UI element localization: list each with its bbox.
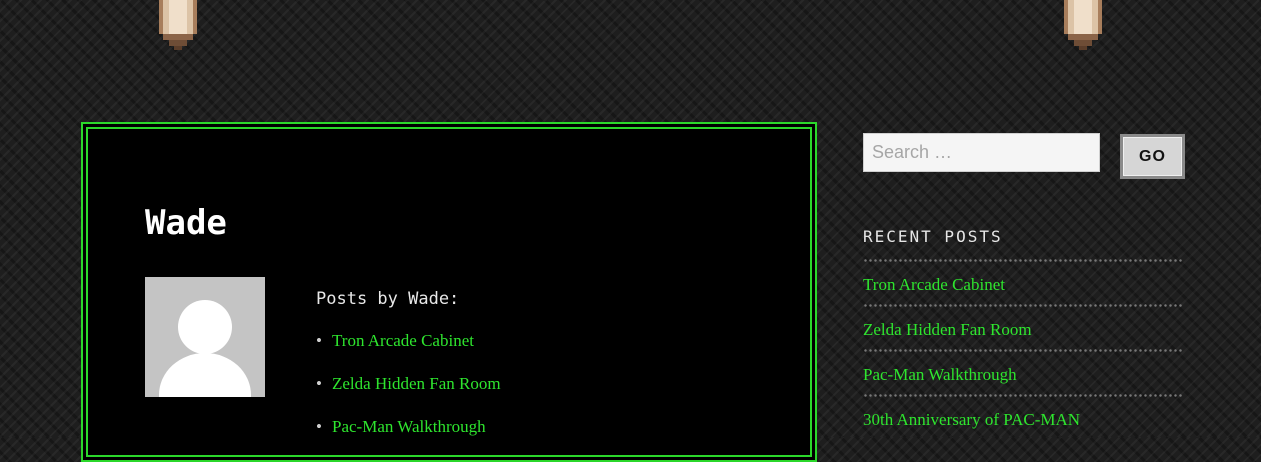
dotted-divider	[863, 259, 1183, 262]
recent-posts-heading: RECENT POSTS	[863, 227, 1003, 246]
default-avatar-icon	[145, 277, 265, 397]
author-panel: Wade Posts by Wade: • Tron Arcade Cabinet…	[81, 122, 817, 462]
post-link-pacman[interactable]: Pac-Man Walkthrough	[332, 417, 486, 436]
bullet-icon: •	[316, 331, 322, 350]
list-item: • Zelda Hidden Fan Room	[316, 374, 501, 417]
page-title: Wade	[145, 203, 227, 243]
bullet-icon: •	[316, 417, 322, 436]
search-go-button[interactable]: GO	[1120, 134, 1185, 179]
recent-post-link-anniversary[interactable]: 30th Anniversary of PAC-MAN	[863, 410, 1080, 429]
dotted-divider	[863, 349, 1183, 352]
posts-by-heading: Posts by Wade:	[316, 289, 460, 309]
recent-post-link-tron[interactable]: Tron Arcade Cabinet	[863, 275, 1005, 294]
dotted-divider	[863, 304, 1183, 307]
bullet-icon: •	[316, 374, 322, 393]
post-link-tron[interactable]: Tron Arcade Cabinet	[332, 331, 474, 350]
post-link-zelda[interactable]: Zelda Hidden Fan Room	[332, 374, 501, 393]
author-panel-inner: Wade Posts by Wade: • Tron Arcade Cabinet…	[86, 127, 812, 457]
list-item: • Pac-Man Walkthrough	[316, 417, 501, 460]
pixel-bracket-icon	[159, 0, 197, 50]
search-input[interactable]	[863, 133, 1100, 172]
recent-post-link-pacman[interactable]: Pac-Man Walkthrough	[863, 365, 1017, 384]
list-item: Pac-Man Walkthrough	[863, 360, 1183, 405]
list-item: • Tron Arcade Cabinet	[316, 331, 501, 374]
avatar	[145, 277, 265, 397]
recent-posts-list: Tron Arcade Cabinet Zelda Hidden Fan Roo…	[863, 270, 1183, 450]
author-posts-list: • Tron Arcade Cabinet • Zelda Hidden Fan R…	[316, 331, 501, 460]
recent-post-link-zelda[interactable]: Zelda Hidden Fan Room	[863, 320, 1032, 339]
pixel-bracket-icon	[1064, 0, 1102, 50]
list-item: Tron Arcade Cabinet	[863, 270, 1183, 315]
dotted-divider	[863, 394, 1183, 397]
list-item: 30th Anniversary of PAC-MAN	[863, 405, 1183, 450]
list-item: Zelda Hidden Fan Room	[863, 315, 1183, 360]
